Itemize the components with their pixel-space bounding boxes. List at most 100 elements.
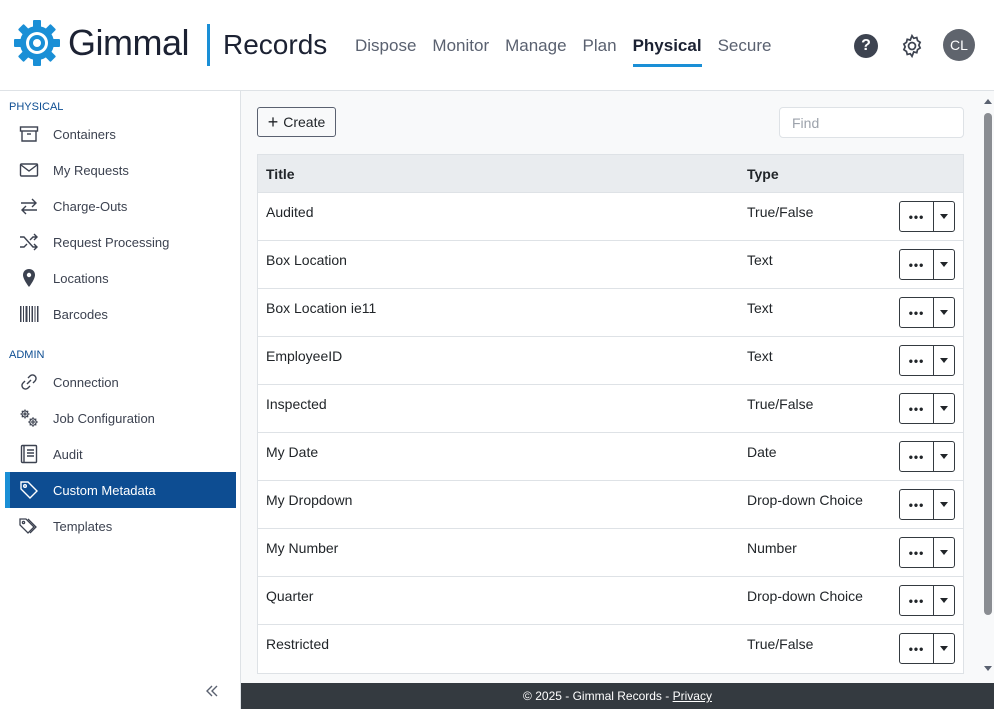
barcode-icon [20,306,39,322]
sidebar-item-barcodes[interactable]: Barcodes [5,296,236,332]
actions-dropdown-toggle[interactable] [934,442,954,471]
nav-plan[interactable]: Plan [583,36,617,67]
cell-type: Date [747,444,777,460]
table-header: Title Type [258,155,963,193]
table-row[interactable]: My Dropdown Drop-down Choice ••• [258,481,963,529]
table-row[interactable]: Quarter Drop-down Choice ••• [258,577,963,625]
more-actions-button[interactable]: ••• [900,394,934,423]
row-actions-split-button: ••• [899,585,955,616]
sidebar-item-label: Request Processing [53,234,170,250]
actions-dropdown-toggle[interactable] [934,490,954,519]
column-header-title[interactable]: Title [266,166,295,182]
actions-dropdown-toggle[interactable] [934,634,954,663]
table-row[interactable]: Box Location ie11 Text ••• [258,289,963,337]
find-input[interactable] [779,107,964,138]
sidebar-section-admin: ADMIN [9,349,45,361]
ellipsis-icon: ••• [908,641,925,656]
tags-icon [19,518,37,534]
sidebar-item-job-configuration[interactable]: Job Configuration [5,400,236,436]
table-row[interactable]: Inspected True/False ••• [258,385,963,433]
actions-dropdown-toggle[interactable] [934,538,954,567]
cell-title: Inspected [266,396,327,412]
sidebar-item-label: Connection [53,374,119,390]
nav-dispose[interactable]: Dispose [355,36,416,67]
scroll-down-arrow-icon[interactable] [983,665,993,673]
caret-down-icon [940,214,948,219]
map-pin-icon [23,269,35,287]
more-actions-button[interactable]: ••• [900,346,934,375]
help-icon[interactable]: ? [854,34,878,58]
table-row[interactable]: Box Location Text ••• [258,241,963,289]
sidebar-item-my-requests[interactable]: My Requests [5,152,236,188]
archive-box-icon [19,126,39,142]
more-actions-button[interactable]: ••• [900,538,934,567]
nav-secure[interactable]: Secure [718,36,772,67]
more-actions-button[interactable]: ••• [900,634,934,663]
sidebar-item-connection[interactable]: Connection [5,364,236,400]
caret-down-icon [940,646,948,651]
user-avatar[interactable]: CL [943,29,975,61]
caret-down-icon [940,550,948,555]
sidebar-item-label: Barcodes [53,306,108,322]
nav-monitor[interactable]: Monitor [432,36,489,67]
collapse-sidebar-icon[interactable] [204,683,220,699]
scrollbar-thumb[interactable] [984,113,992,615]
scroll-up-arrow-icon[interactable] [983,97,993,105]
app-header: Gimmal Records Dispose Monitor Manage Pl… [0,0,994,91]
ellipsis-icon: ••• [908,401,925,416]
caret-down-icon [940,598,948,603]
cell-type: Number [747,540,797,556]
cell-title: My Dropdown [266,492,353,508]
main-nav: Dispose Monitor Manage Plan Physical Sec… [355,36,787,67]
table-row[interactable]: My Date Date ••• [258,433,963,481]
main-content: + Create Title Type Audited True/False •••… [241,91,994,683]
table-row[interactable]: Audited True/False ••• [258,193,963,241]
ellipsis-icon: ••• [908,209,925,224]
privacy-link[interactable]: Privacy [673,689,712,703]
sidebar-item-containers[interactable]: Containers [5,116,236,152]
more-actions-button[interactable]: ••• [900,298,934,327]
actions-dropdown-toggle[interactable] [934,394,954,423]
caret-down-icon [940,454,948,459]
actions-dropdown-toggle[interactable] [934,250,954,279]
sidebar-item-label: Templates [53,518,113,534]
link-icon [21,374,37,390]
sidebar-item-label: Locations [53,270,109,286]
actions-dropdown-toggle[interactable] [934,202,954,231]
more-actions-button[interactable]: ••• [900,250,934,279]
more-actions-button[interactable]: ••• [900,490,934,519]
nav-physical[interactable]: Physical [632,36,702,67]
create-button[interactable]: + Create [257,107,336,137]
more-actions-button[interactable]: ••• [900,442,934,471]
table-row[interactable]: Restricted True/False ••• [258,625,963,673]
row-actions-split-button: ••• [899,249,955,280]
sidebar-item-templates[interactable]: Templates [5,508,236,544]
footer-copyright: © 2025 - Gimmal Records - [523,689,673,703]
actions-dropdown-toggle[interactable] [934,346,954,375]
settings-gear-icon[interactable] [899,33,925,59]
gears-icon [20,409,38,427]
table-row[interactable]: My Number Number ••• [258,529,963,577]
table-row[interactable]: EmployeeID Text ••• [258,337,963,385]
column-header-type[interactable]: Type [747,166,779,182]
actions-dropdown-toggle[interactable] [934,586,954,615]
sidebar: PHYSICAL Containers My Requests Charge-O… [0,91,241,709]
nav-manage[interactable]: Manage [505,36,566,67]
sidebar-item-charge-outs[interactable]: Charge-Outs [5,188,236,224]
row-actions-split-button: ••• [899,633,955,664]
ellipsis-icon: ••• [908,305,925,320]
sidebar-item-custom-metadata[interactable]: Custom Metadata [5,472,236,508]
ellipsis-icon: ••• [908,257,925,272]
cell-type: Text [747,348,773,364]
actions-dropdown-toggle[interactable] [934,298,954,327]
cell-type: Text [747,300,773,316]
row-actions-split-button: ••• [899,393,955,424]
sidebar-section-physical: PHYSICAL [9,101,64,113]
sidebar-item-audit[interactable]: Audit [5,436,236,472]
sidebar-item-request-processing[interactable]: Request Processing [5,224,236,260]
caret-down-icon [940,358,948,363]
logo[interactable]: Gimmal [12,18,190,68]
more-actions-button[interactable]: ••• [900,202,934,231]
more-actions-button[interactable]: ••• [900,586,934,615]
sidebar-item-locations[interactable]: Locations [5,260,236,296]
